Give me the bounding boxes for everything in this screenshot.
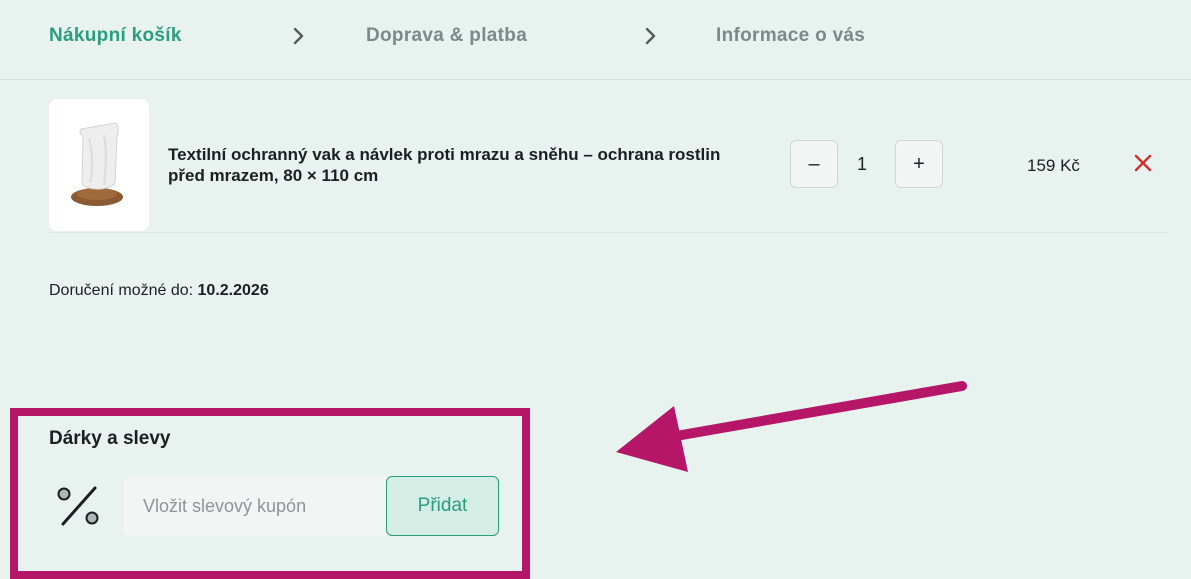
chevron-right-icon — [293, 27, 304, 45]
quantity-decrease-button[interactable]: – — [790, 140, 838, 188]
cart-item-row: Textilní ochranný vak a návlek proti mra… — [49, 99, 1168, 233]
product-image[interactable] — [49, 99, 149, 231]
quantity-increase-button[interactable]: + — [895, 140, 943, 188]
step-customer-info[interactable]: Informace o vás — [716, 25, 865, 47]
annotation-arrow-icon — [616, 381, 967, 472]
percent-icon — [57, 486, 99, 526]
step-cart[interactable]: Nákupní košík — [49, 25, 182, 47]
item-price: 159 Kč — [1027, 156, 1080, 175]
coupon-input[interactable] — [124, 476, 388, 536]
chevron-right-icon — [645, 27, 656, 45]
quantity-value: 1 — [857, 154, 868, 174]
gifts-discounts-title: Dárky a slevy — [49, 428, 171, 449]
add-coupon-button[interactable]: Přidat — [386, 476, 499, 536]
checkout-steps: Nákupní košík Doprava & platba Informace… — [0, 0, 1191, 80]
delivery-date: 10.2.2026 — [197, 282, 269, 299]
step-shipping-payment[interactable]: Doprava & platba — [366, 25, 527, 47]
delivery-info: Doručení možné do: 10.2.2026 — [49, 282, 269, 300]
product-title[interactable]: Textilní ochranný vak a návlek proti mra… — [168, 144, 748, 186]
product-thumbnail — [71, 122, 123, 206]
delivery-label: Doručení možné do: — [49, 282, 194, 299]
close-icon[interactable] — [1132, 152, 1154, 174]
